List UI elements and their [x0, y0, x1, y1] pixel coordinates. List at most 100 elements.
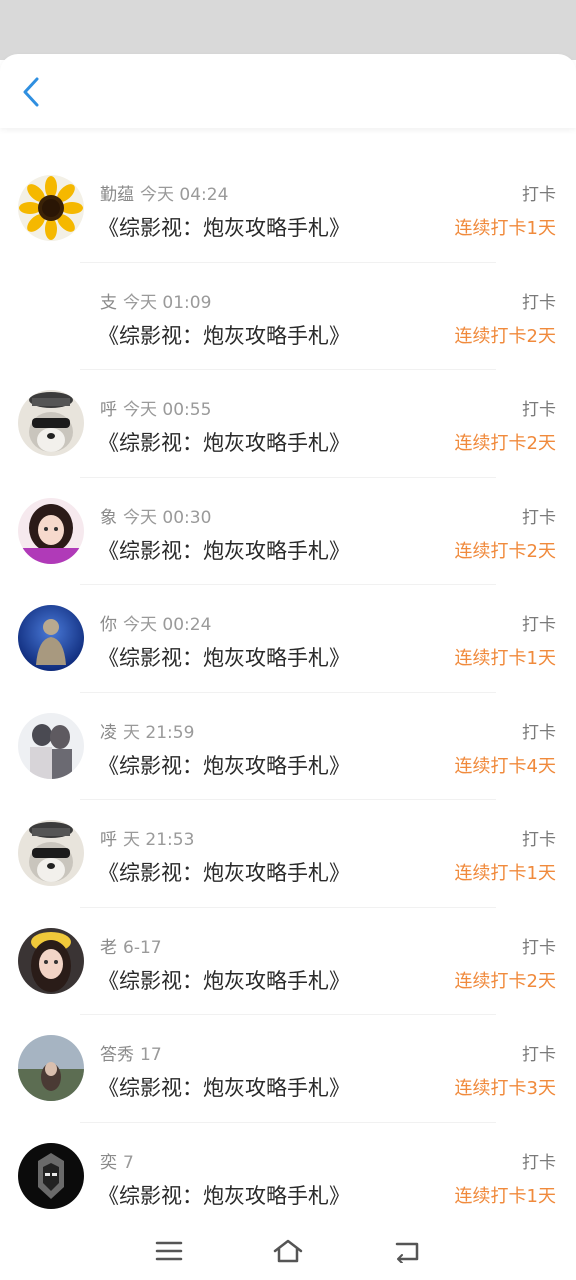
avatar[interactable]: [18, 820, 84, 886]
back-nav-button[interactable]: [385, 1229, 429, 1273]
streak-label: 连续打卡3天: [454, 1078, 556, 1099]
list-item[interactable]: 老 6-17 《综影视：炮灰攻略手札》 打卡 连续打卡2天: [0, 906, 576, 1015]
user-name[interactable]: 奕: [100, 1153, 117, 1173]
streak-label: 连续打卡1天: [454, 863, 556, 884]
list-item[interactable]: 你今天 00:24 《综影视：炮灰攻略手札》 打卡 连续打卡1天: [0, 584, 576, 692]
entry-time: 6-17: [123, 937, 162, 958]
book-title[interactable]: 《综影视：炮灰攻略手札》: [98, 965, 350, 995]
husky-avatar-icon: [18, 390, 84, 456]
top-header: [0, 54, 576, 128]
entry-meta: 你今天 00:24: [100, 610, 211, 635]
entry-time: 天 21:53: [123, 830, 195, 850]
avatar[interactable]: [18, 605, 84, 671]
entry-meta: 呼今天 00:55: [100, 395, 211, 420]
user-name[interactable]: 凌: [100, 723, 117, 743]
user-name[interactable]: 支: [100, 293, 117, 313]
menu-icon: [156, 1241, 183, 1261]
book-title[interactable]: 《综影视：炮灰攻略手札》: [98, 320, 350, 350]
home-icon: [273, 1239, 303, 1263]
book-title[interactable]: 《综影视：炮灰攻略手札》: [98, 1180, 350, 1210]
avatar[interactable]: [18, 390, 84, 456]
user-name[interactable]: 呼: [100, 400, 117, 420]
book-title[interactable]: 《综影视：炮灰攻略手札》: [98, 427, 350, 457]
action-label: 打卡: [522, 1152, 556, 1173]
entry-time: 7: [123, 1152, 134, 1173]
streak-label: 连续打卡2天: [454, 970, 556, 992]
streak-label: 连续打卡2天: [454, 540, 556, 562]
entry-time: 今天 01:09: [123, 292, 212, 313]
entry-meta: 象今天 00:30: [100, 503, 211, 528]
chevron-left-icon: [23, 77, 39, 107]
action-label: 打卡: [522, 615, 556, 635]
buddha-avatar-icon: [18, 605, 84, 671]
user-name[interactable]: 你: [100, 615, 117, 635]
entry-time: 今天 04:24: [140, 185, 229, 205]
entry-time: 17: [140, 1045, 162, 1065]
entry-time: 今天 00:30: [123, 507, 212, 528]
entry-meta: 勤蕴 今天 04:24: [100, 180, 228, 205]
streak-label: 连续打卡1天: [454, 1185, 556, 1207]
entry-meta: 支今天 01:09: [100, 288, 211, 313]
user-name[interactable]: 老: [100, 938, 117, 958]
book-title[interactable]: 《综影视：炮灰攻略手札》: [98, 750, 350, 780]
streak-label: 连续打卡1天: [454, 218, 556, 239]
user-name[interactable]: 答秀: [100, 1045, 134, 1065]
user-name[interactable]: 象: [100, 508, 117, 528]
list-item[interactable]: 呼天 21:53 《综影视：炮灰攻略手札》 打卡 连续打卡1天: [0, 799, 576, 907]
avatar[interactable]: [18, 175, 84, 241]
landscape-avatar-icon: [18, 1035, 84, 1101]
action-label: 打卡: [522, 830, 556, 850]
menu-button[interactable]: [147, 1229, 191, 1273]
sunflower-avatar-icon: [18, 175, 84, 241]
list-item[interactable]: 奕7 《综影视：炮灰攻略手札》 打卡 连续打卡1天: [0, 1121, 576, 1230]
user-name[interactable]: 勤蕴: [100, 185, 134, 205]
action-label: 打卡: [522, 292, 556, 313]
action-label: 打卡: [522, 1045, 556, 1065]
list-item[interactable]: 答秀 17 《综影视：炮灰攻略手札》 打卡 连续打卡3天: [0, 1014, 576, 1122]
entry-meta: 凌天 21:59: [100, 718, 194, 743]
entry-meta: 老 6-17: [100, 933, 162, 958]
husky-avatar-icon: [18, 820, 84, 886]
checkin-list: 勤蕴 今天 04:24 《综影视：炮灰攻略手札》 打卡 连续打卡1天 支今天 01…: [0, 154, 576, 1229]
streak-label: 连续打卡2天: [454, 433, 556, 454]
book-title[interactable]: 《综影视：炮灰攻略手札》: [98, 642, 350, 672]
book-title[interactable]: 《综影视：炮灰攻略手札》: [98, 857, 350, 887]
action-label: 打卡: [522, 185, 556, 205]
girl-avatar-icon: [18, 497, 84, 564]
system-nav-bar: [0, 1222, 576, 1280]
entry-time: 今天 00:55: [123, 400, 212, 420]
streak-label: 连续打卡1天: [454, 648, 556, 669]
streak-label: 连续打卡2天: [454, 325, 556, 347]
home-button[interactable]: [266, 1229, 310, 1273]
avatar[interactable]: [18, 927, 84, 994]
entry-time: 今天 00:24: [123, 615, 212, 635]
couple-avatar-icon: [18, 712, 84, 779]
back-button[interactable]: [14, 74, 50, 110]
book-title[interactable]: 《综影视：炮灰攻略手札》: [98, 535, 350, 565]
book-title[interactable]: 《综影视：炮灰攻略手札》: [98, 1072, 350, 1102]
entry-meta: 奕7: [100, 1148, 134, 1173]
streak-label: 连续打卡4天: [454, 755, 556, 777]
book-title[interactable]: 《综影视：炮灰攻略手札》: [98, 212, 350, 242]
list-item[interactable]: 勤蕴 今天 04:24 《综影视：炮灰攻略手札》 打卡 连续打卡1天: [0, 154, 576, 262]
list-item[interactable]: 呼今天 00:55 《综影视：炮灰攻略手札》 打卡 连续打卡2天: [0, 369, 576, 477]
back-icon: [395, 1242, 418, 1263]
action-label: 打卡: [522, 507, 556, 528]
list-item[interactable]: 支今天 01:09 《综影视：炮灰攻略手札》 打卡 连续打卡2天: [0, 261, 576, 370]
entry-meta: 答秀 17: [100, 1040, 162, 1065]
avatar[interactable]: [18, 712, 84, 779]
action-label: 打卡: [522, 722, 556, 743]
girl-avatar-icon: [18, 927, 84, 994]
mech-avatar-icon: [18, 1142, 84, 1209]
entry-meta: 呼天 21:53: [100, 825, 194, 850]
entry-time: 天 21:59: [123, 722, 195, 743]
action-label: 打卡: [522, 400, 556, 420]
list-item[interactable]: 象今天 00:30 《综影视：炮灰攻略手札》 打卡 连续打卡2天: [0, 476, 576, 585]
action-label: 打卡: [522, 937, 556, 958]
avatar[interactable]: [18, 1142, 84, 1209]
avatar[interactable]: [18, 1035, 84, 1101]
avatar[interactable]: [18, 497, 84, 564]
status-bar-area: [0, 0, 576, 60]
list-item[interactable]: 凌天 21:59 《综影视：炮灰攻略手札》 打卡 连续打卡4天: [0, 691, 576, 800]
user-name[interactable]: 呼: [100, 830, 117, 850]
